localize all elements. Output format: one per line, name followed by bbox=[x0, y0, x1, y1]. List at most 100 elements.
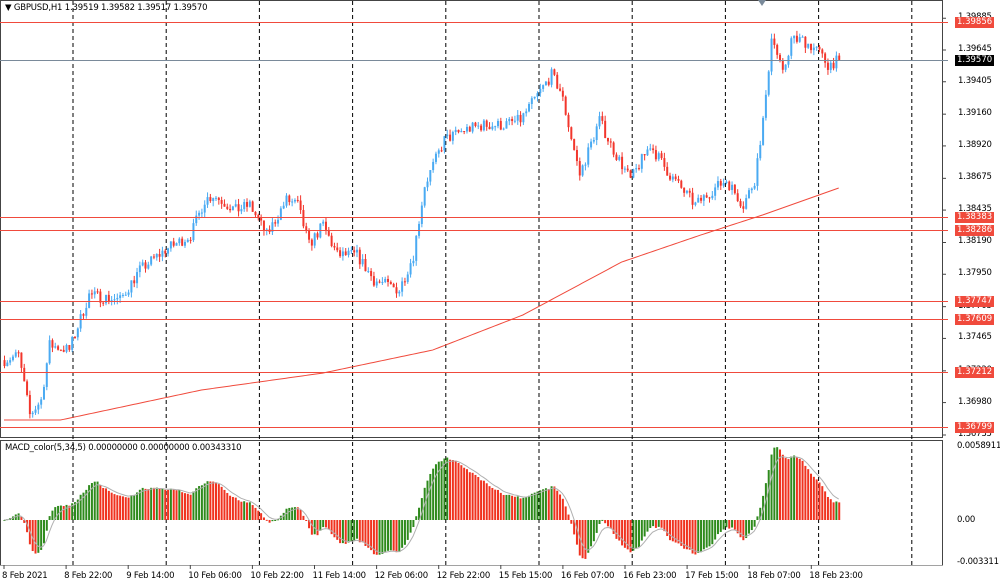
candle bbox=[663, 158, 666, 167]
candle bbox=[449, 134, 452, 141]
macd-bar bbox=[705, 520, 708, 548]
y-tick-label: 1.38675 bbox=[958, 172, 992, 183]
macd-bar bbox=[426, 480, 429, 520]
candle bbox=[542, 85, 545, 89]
candle bbox=[556, 74, 559, 89]
macd-bar bbox=[480, 480, 483, 520]
macd-bar bbox=[186, 493, 189, 520]
macd-bar bbox=[745, 520, 748, 539]
candle bbox=[183, 241, 186, 246]
candle bbox=[333, 246, 336, 248]
x-tick-label: 11 Feb 14:00 bbox=[312, 571, 367, 581]
x-tick-label: 9 Feb 14:00 bbox=[126, 571, 175, 581]
macd-bar bbox=[226, 492, 229, 520]
candle bbox=[133, 280, 136, 284]
candle bbox=[288, 195, 291, 203]
candle bbox=[356, 249, 358, 253]
macd-bar bbox=[688, 520, 691, 550]
macd-bar bbox=[136, 492, 139, 520]
macd-bar bbox=[615, 520, 618, 539]
candle bbox=[234, 204, 237, 207]
macd-bar bbox=[260, 513, 263, 520]
candle bbox=[398, 291, 401, 294]
macd-bar bbox=[59, 505, 62, 520]
candle bbox=[339, 250, 342, 257]
y-tick-label: 1.37465 bbox=[958, 332, 992, 343]
candle bbox=[443, 136, 446, 151]
candle bbox=[643, 154, 646, 156]
candle bbox=[6, 362, 9, 367]
collapse-triangle-icon[interactable]: ▼ bbox=[5, 3, 14, 13]
macd-bar bbox=[719, 520, 722, 532]
candle bbox=[62, 349, 65, 352]
macd-bar bbox=[150, 487, 153, 520]
candle bbox=[657, 153, 660, 160]
candle bbox=[804, 36, 807, 48]
candle bbox=[420, 205, 423, 224]
x-tick-label: 10 Feb 22:00 bbox=[250, 571, 304, 581]
macd-bar bbox=[251, 505, 254, 520]
candle bbox=[714, 187, 717, 196]
macd-bar bbox=[454, 460, 457, 520]
candle bbox=[277, 219, 280, 224]
x-tick-label: 18 Feb 23:00 bbox=[809, 571, 863, 581]
macd-bar bbox=[812, 476, 815, 520]
candle bbox=[482, 120, 485, 131]
candle bbox=[406, 274, 409, 282]
macd-bar bbox=[361, 520, 364, 543]
macd-bar bbox=[731, 520, 734, 528]
macd-bar bbox=[243, 501, 246, 520]
candle bbox=[773, 38, 776, 45]
macd-bar bbox=[223, 489, 226, 520]
macd-bar bbox=[502, 494, 505, 520]
macd-bar bbox=[623, 520, 626, 548]
macd-bar bbox=[257, 510, 260, 520]
macd-bar bbox=[347, 520, 350, 543]
macd-bar bbox=[536, 491, 539, 520]
candle bbox=[113, 299, 116, 301]
candle bbox=[127, 292, 130, 295]
candle bbox=[451, 131, 454, 141]
candle bbox=[561, 90, 564, 97]
candle bbox=[9, 360, 12, 363]
candle bbox=[409, 263, 412, 275]
candle bbox=[590, 141, 593, 148]
level-price-tag: 1.37609 bbox=[955, 314, 995, 326]
macd-bar bbox=[229, 495, 232, 520]
macd-bar bbox=[643, 520, 646, 537]
macd-bar bbox=[37, 520, 40, 553]
macd-bar bbox=[384, 520, 387, 552]
candle bbox=[167, 248, 170, 254]
candle bbox=[426, 181, 429, 188]
candle bbox=[364, 258, 367, 272]
candle bbox=[747, 190, 750, 199]
macd-bar bbox=[669, 520, 672, 541]
macd-bar bbox=[121, 496, 124, 520]
candle bbox=[429, 170, 432, 182]
candle bbox=[716, 181, 719, 188]
price-chart[interactable] bbox=[0, 0, 1000, 588]
macd-bar bbox=[567, 514, 570, 520]
candle bbox=[728, 181, 731, 191]
macd-bar bbox=[206, 481, 209, 520]
x-tick-label: 12 Feb 06:00 bbox=[374, 571, 429, 581]
candle bbox=[215, 197, 217, 199]
candle bbox=[632, 169, 635, 178]
macd-bar bbox=[742, 520, 745, 541]
candle bbox=[347, 250, 350, 256]
candle bbox=[254, 211, 257, 216]
candle bbox=[59, 349, 62, 351]
candle bbox=[502, 128, 505, 130]
macd-bar bbox=[446, 457, 449, 520]
candle bbox=[178, 238, 181, 244]
candle bbox=[801, 36, 804, 38]
candle bbox=[164, 250, 167, 254]
candle bbox=[147, 264, 150, 269]
candle bbox=[198, 212, 201, 216]
macd-bar bbox=[632, 520, 635, 551]
candle bbox=[384, 278, 387, 283]
x-tick-label: 12 Feb 22:00 bbox=[436, 571, 491, 581]
macd-bar bbox=[356, 520, 358, 539]
candle bbox=[581, 165, 584, 176]
candle bbox=[700, 197, 703, 201]
